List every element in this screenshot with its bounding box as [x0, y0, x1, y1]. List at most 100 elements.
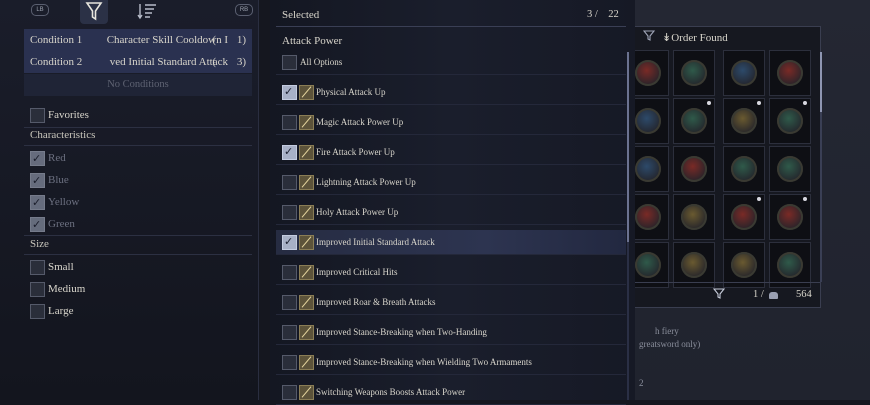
relic-blue-icon: [635, 108, 661, 134]
grid-scrollbar[interactable]: [820, 52, 822, 282]
checkbox[interactable]: [282, 140, 297, 164]
checkbox[interactable]: [30, 282, 45, 297]
option-row[interactable]: Holy Attack Power Up: [276, 200, 626, 225]
relic-red-icon: [777, 60, 803, 86]
checkbox[interactable]: [282, 295, 297, 310]
sword-icon: [299, 385, 314, 400]
checkbox[interactable]: [30, 304, 45, 319]
description-fragment: 2: [639, 378, 644, 388]
relic-slot[interactable]: [769, 194, 811, 240]
relic-red-icon: [635, 204, 661, 230]
option-row[interactable]: Improved Critical Hits: [276, 260, 626, 285]
option-row[interactable]: All Options: [276, 50, 626, 75]
divider: [24, 127, 252, 128]
option-row[interactable]: Improved Stance-Breaking when Two-Handin…: [276, 320, 626, 345]
condition-count: 3): [236, 56, 246, 68]
relic-red-icon: [777, 204, 803, 230]
checkbox[interactable]: [282, 325, 297, 340]
checkbox[interactable]: [282, 175, 297, 190]
relic-slot[interactable]: [769, 50, 811, 96]
relic-green-icon: [777, 108, 803, 134]
condition-value: Character Skill Cooldown I: [106, 34, 228, 46]
relic-slot[interactable]: [769, 146, 811, 192]
tab-sort[interactable]: [136, 0, 160, 22]
checkbox[interactable]: [282, 385, 297, 400]
checkbox[interactable]: [282, 265, 297, 280]
relic-green-icon: [777, 156, 803, 182]
relic-slot[interactable]: [723, 98, 765, 144]
option-scrollbar[interactable]: [627, 52, 629, 400]
selected-heading: Selected: [282, 9, 320, 21]
sort-order-label[interactable]: ↡Order Found: [662, 31, 728, 44]
option-label: Improved Initial Standard Attack: [316, 237, 435, 247]
option-label: Holy Attack Power Up: [316, 207, 399, 217]
sword-icon: [299, 235, 314, 250]
new-indicator-icon: [757, 197, 761, 201]
relic-slot[interactable]: [673, 50, 715, 96]
relic-green-icon: [681, 60, 707, 86]
relic-slot[interactable]: [723, 194, 765, 240]
option-label: Improved Stance-Breaking when Two-Handin…: [316, 327, 487, 337]
option-row[interactable]: Switching Weapons Boosts Attack Power: [276, 380, 626, 405]
description-fragment: greatsword only): [639, 339, 701, 349]
relic-slot[interactable]: [723, 146, 765, 192]
relic-grid-panel: ↡Order Found 1 / 564 h fiery greatsword …: [627, 0, 870, 400]
checkbox[interactable]: [282, 230, 297, 254]
sword-icon: [299, 115, 314, 130]
total-count: 564: [796, 289, 812, 300]
checkbox[interactable]: [30, 149, 45, 169]
sword-icon: [299, 265, 314, 280]
new-indicator-icon: [707, 101, 711, 105]
checkbox[interactable]: [30, 108, 45, 123]
condition-label: Condition 1: [30, 34, 83, 46]
sword-icon: [299, 325, 314, 340]
scroll-thumb[interactable]: [820, 52, 822, 112]
option-row[interactable]: Physical Attack Up: [276, 80, 626, 105]
relic-blue-icon: [635, 156, 661, 182]
filter-panel: LB RB Condition 1 Character Skill Cooldo…: [0, 0, 259, 400]
checkbox[interactable]: [282, 80, 297, 104]
checkbox[interactable]: [282, 205, 297, 220]
size-label: Medium: [48, 283, 86, 295]
option-row[interactable]: Fire Attack Power Up: [276, 140, 626, 165]
divider: [24, 235, 252, 236]
divider: [24, 145, 252, 146]
option-label: Improved Roar & Breath Attacks: [316, 297, 436, 307]
option-row[interactable]: Improved Stance-Breaking when Wielding T…: [276, 350, 626, 375]
checkbox[interactable]: [282, 55, 297, 70]
relic-slot[interactable]: [723, 50, 765, 96]
relic-yellow-icon: [731, 252, 757, 278]
condition-row-2[interactable]: Condition 2 ved Initial Standard Attack …: [24, 51, 252, 73]
tab-filter[interactable]: [80, 0, 108, 24]
funnel-icon[interactable]: [642, 30, 656, 44]
checkbox[interactable]: [282, 355, 297, 370]
checkbox[interactable]: [30, 193, 45, 213]
condition-paren: (: [212, 34, 216, 46]
option-row[interactable]: Magic Attack Power Up: [276, 110, 626, 135]
checkbox[interactable]: [30, 171, 45, 191]
option-row[interactable]: Lightning Attack Power Up: [276, 170, 626, 195]
size-label: Large: [48, 305, 74, 317]
options-panel: Selected 3 / 22 Attack Power All Options…: [270, 0, 635, 405]
sword-icon: [299, 295, 314, 310]
option-row[interactable]: Improved Roar & Breath Attacks: [276, 290, 626, 315]
scroll-thumb[interactable]: [627, 52, 629, 242]
relic-slot[interactable]: [769, 98, 811, 144]
condition-label: Condition 2: [30, 56, 83, 68]
relic-slot[interactable]: [673, 194, 715, 240]
relic-slot[interactable]: [673, 98, 715, 144]
relic-yellow-icon: [681, 204, 707, 230]
relic-red-icon: [635, 60, 661, 86]
option-row[interactable]: Improved Initial Standard Attack: [276, 230, 626, 255]
checkbox[interactable]: [30, 215, 45, 235]
size-heading: Size: [30, 238, 49, 250]
option-label: Magic Attack Power Up: [316, 117, 404, 127]
relic-yellow-icon: [681, 252, 707, 278]
relic-slot[interactable]: [673, 146, 715, 192]
condition-row-1[interactable]: Condition 1 Character Skill Cooldown I (…: [24, 29, 252, 51]
divider: [24, 254, 252, 255]
relic-green-icon: [777, 252, 803, 278]
checkbox[interactable]: [282, 115, 297, 130]
checkbox[interactable]: [30, 260, 45, 275]
sort-order-text: Order Found: [671, 32, 728, 44]
